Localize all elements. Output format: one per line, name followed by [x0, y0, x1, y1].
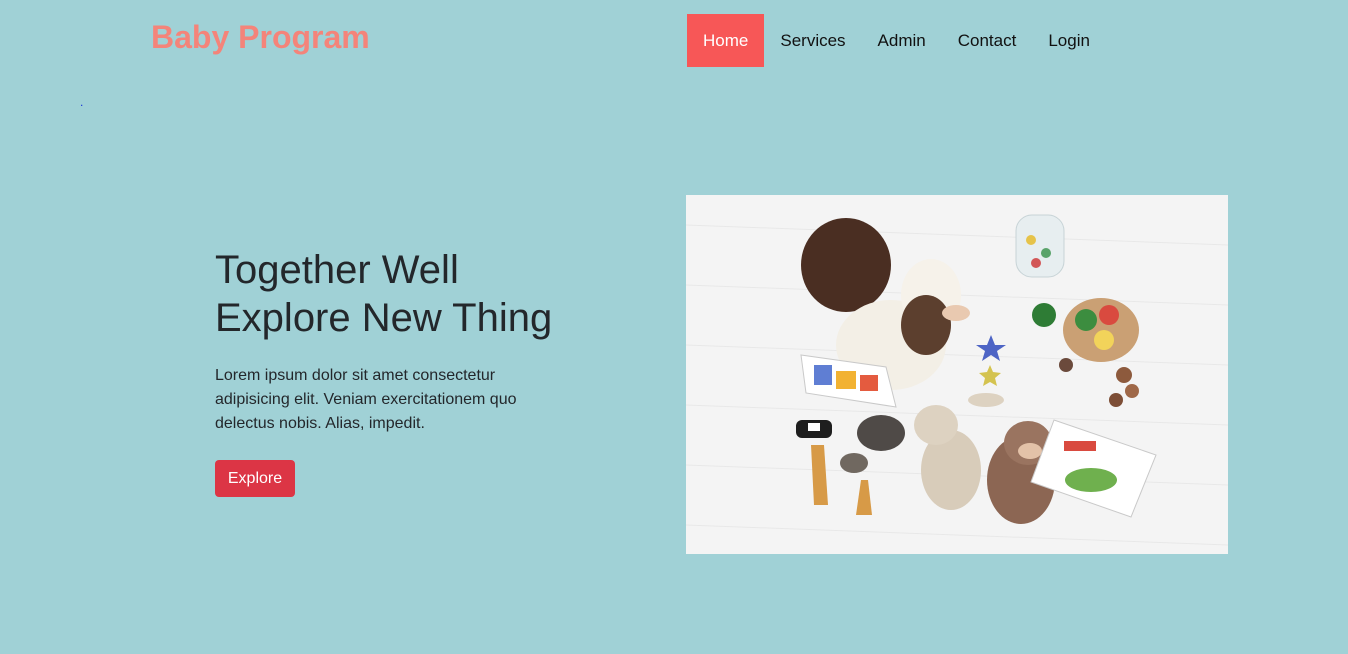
stray-dot: . [80, 95, 84, 109]
main-nav: Home Services Admin Contact Login [687, 14, 1106, 67]
hero-paragraph: Lorem ipsum dolor sit amet consectetur a… [215, 367, 517, 432]
hero-image [686, 195, 1228, 554]
nav-item-services[interactable]: Services [764, 14, 861, 67]
nav-item-admin[interactable]: Admin [862, 14, 942, 67]
explore-button[interactable]: Explore [215, 460, 295, 497]
nav-item-home[interactable]: Home [687, 14, 765, 67]
brand-logo-text[interactable]: Baby Program [151, 19, 370, 55]
hero-title: Together Well Explore New Thing [215, 246, 615, 342]
page: Baby Program Home Services Admin Contact… [0, 0, 1348, 654]
hero-image-illustration [686, 195, 1228, 554]
nav-item-contact[interactable]: Contact [942, 14, 1033, 67]
hero-title-line2: Explore New Thing [215, 296, 553, 340]
hero-title-line1: Together Well [215, 248, 459, 292]
nav-item-login[interactable]: Login [1032, 14, 1106, 67]
